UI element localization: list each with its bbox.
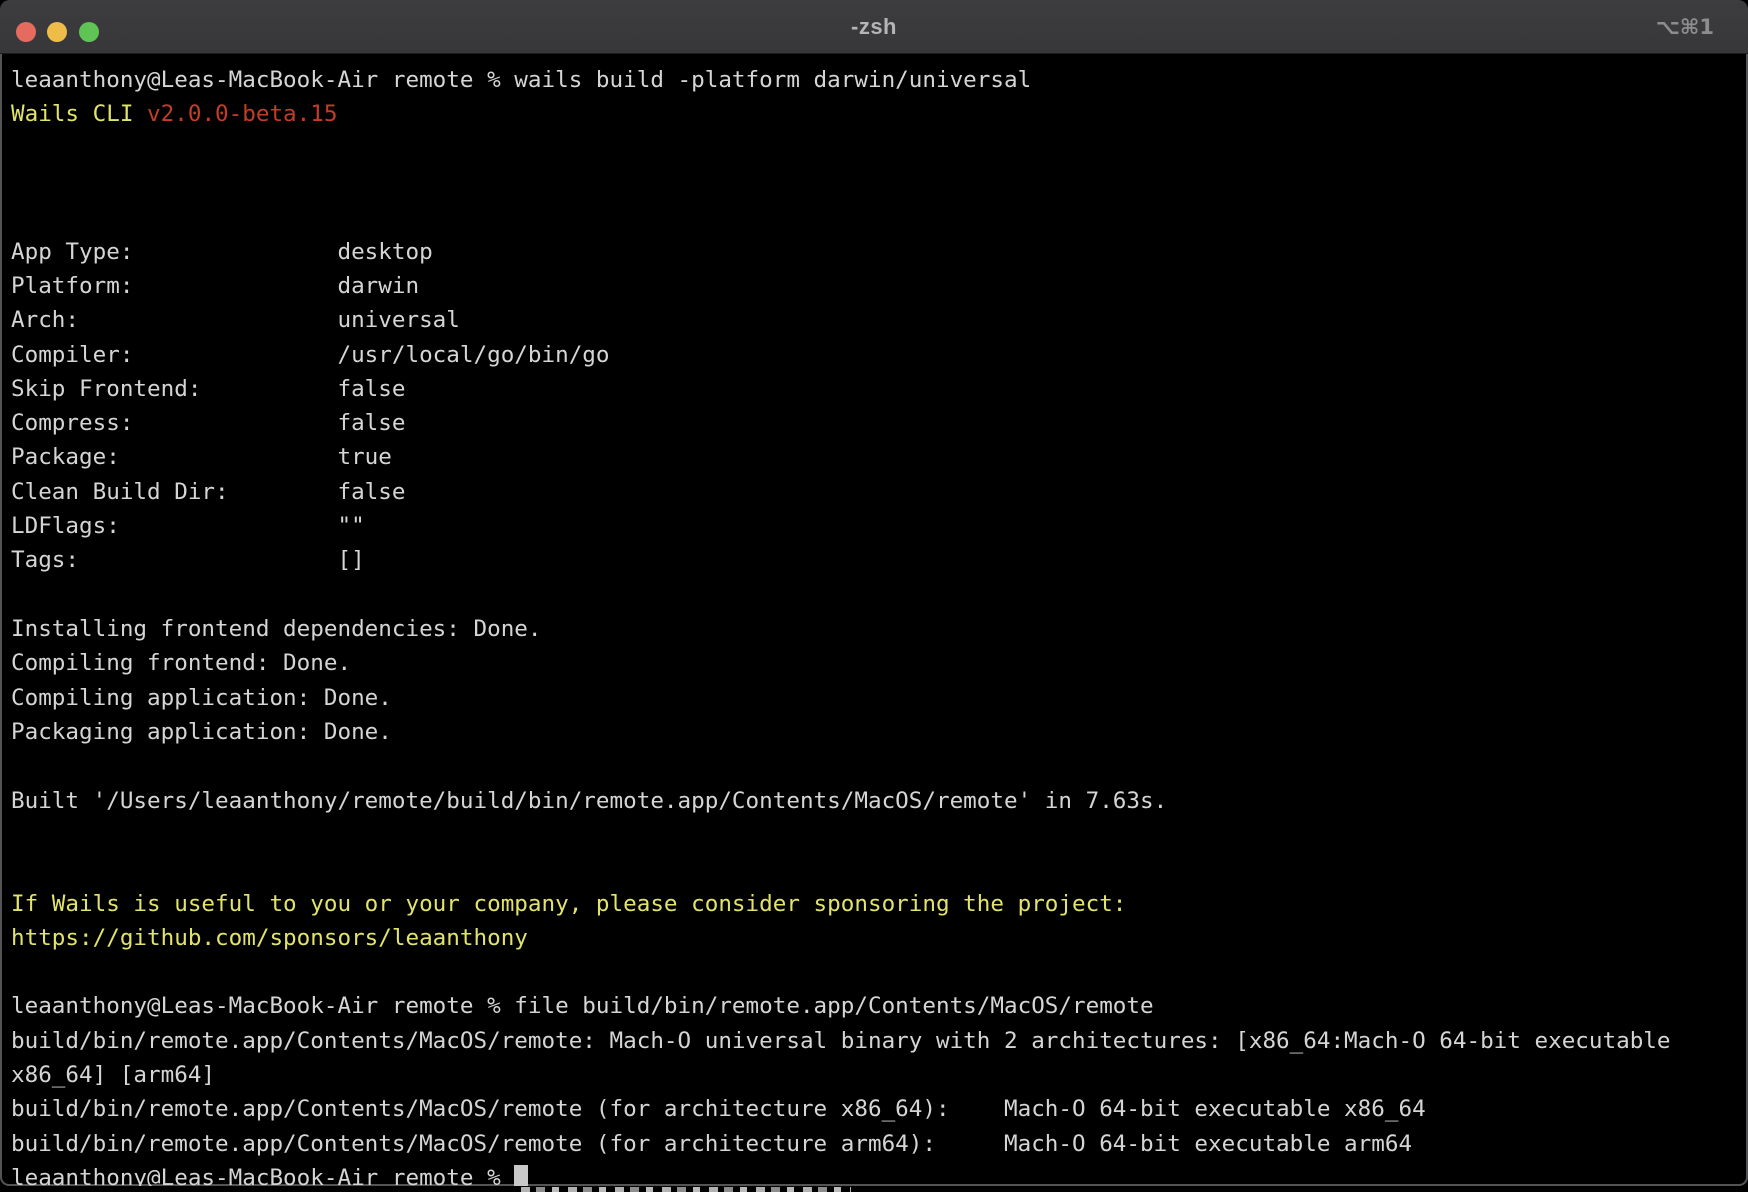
terminal-text: Clean Build Dir: false (11, 479, 405, 505)
terminal-line: leaanthony@Leas-MacBook-Air remote % wai… (11, 63, 1748, 97)
terminal-line (11, 955, 1748, 989)
terminal-line: Compiling application: Done. (11, 681, 1748, 715)
terminal-line: leaanthony@Leas-MacBook-Air remote % fil… (11, 989, 1748, 1023)
terminal-cursor (514, 1165, 528, 1186)
terminal-text: Compiling application: Done. (11, 685, 392, 711)
terminal-text: LDFlags: "" (11, 513, 365, 539)
terminal-text: v2.0.0-beta.15 (147, 101, 337, 127)
terminal-line: If Wails is useful to you or your compan… (11, 887, 1748, 921)
terminal-text: leaanthony@Leas-MacBook-Air remote % (11, 1165, 514, 1186)
terminal-text: Compiler: /usr/local/go/bin/go (11, 342, 610, 368)
terminal-line: LDFlags: "" (11, 509, 1748, 543)
terminal-text: Packaging application: Done. (11, 719, 392, 745)
terminal-text: If Wails is useful to you or your compan… (11, 891, 1126, 917)
tab-shortcut-label: ⌥⌘1 (1656, 0, 1714, 54)
terminal-line (11, 132, 1748, 166)
terminal-line: Wails CLI v2.0.0-beta.15 (11, 97, 1748, 131)
terminal-text: Package: true (11, 444, 392, 470)
terminal-line: Installing frontend dependencies: Done. (11, 612, 1748, 646)
terminal-text: Compress: false (11, 410, 405, 436)
terminal-line: https://github.com/sponsors/leaanthony (11, 921, 1748, 955)
terminal-window: -zsh ⌥⌘1 leaanthony@Leas-MacBook-Air rem… (0, 0, 1748, 1186)
terminal-text: build/bin/remote.app/Contents/MacOS/remo… (11, 1131, 1412, 1157)
terminal-line: Tags: [] (11, 543, 1748, 577)
terminal-line: Packaging application: Done. (11, 715, 1748, 749)
terminal-text: Tags: [] (11, 547, 365, 573)
terminal-line: Clean Build Dir: false (11, 475, 1748, 509)
terminal-text: Built '/Users/leaanthony/remote/build/bi… (11, 788, 1167, 814)
terminal-line: Arch: universal (11, 303, 1748, 337)
terminal-text: build/bin/remote.app/Contents/MacOS/remo… (11, 1028, 1671, 1054)
terminal-line: build/bin/remote.app/Contents/MacOS/remo… (11, 1024, 1748, 1058)
terminal-line: build/bin/remote.app/Contents/MacOS/remo… (11, 1092, 1748, 1126)
terminal-line (11, 749, 1748, 783)
terminal-line: x86_64] [arm64] (11, 1058, 1748, 1092)
terminal-link[interactable]: https://github.com/sponsors/leaanthony (11, 925, 528, 951)
terminal-line (11, 818, 1748, 852)
terminal-text: build/bin/remote.app/Contents/MacOS/remo… (11, 1096, 1426, 1122)
terminal-text: leaanthony@Leas-MacBook-Air remote % fil… (11, 993, 1154, 1019)
terminal-line: leaanthony@Leas-MacBook-Air remote % (11, 1161, 1748, 1186)
titlebar[interactable]: -zsh ⌥⌘1 (0, 0, 1748, 54)
terminal-line (11, 166, 1748, 200)
terminal-line: Built '/Users/leaanthony/remote/build/bi… (11, 784, 1748, 818)
terminal-line (11, 852, 1748, 886)
terminal-line: Compiler: /usr/local/go/bin/go (11, 338, 1748, 372)
terminal-line: App Type: desktop (11, 235, 1748, 269)
terminal-line: Package: true (11, 440, 1748, 474)
background-window-sliver (521, 1187, 851, 1192)
terminal-output[interactable]: leaanthony@Leas-MacBook-Air remote % wai… (0, 55, 1748, 1186)
terminal-text: x86_64] [arm64] (11, 1062, 215, 1088)
terminal-line: Platform: darwin (11, 269, 1748, 303)
terminal-text: App Type: desktop (11, 239, 433, 265)
terminal-text: Wails CLI (11, 101, 147, 127)
terminal-text: Platform: darwin (11, 273, 419, 299)
terminal-line: Skip Frontend: false (11, 372, 1748, 406)
terminal-line (11, 200, 1748, 234)
terminal-text: Arch: universal (11, 307, 460, 333)
terminal-line: Compiling frontend: Done. (11, 646, 1748, 680)
terminal-text: Installing frontend dependencies: Done. (11, 616, 542, 642)
terminal-line: Compress: false (11, 406, 1748, 440)
terminal-text: Compiling frontend: Done. (11, 650, 351, 676)
terminal-line: build/bin/remote.app/Contents/MacOS/remo… (11, 1127, 1748, 1161)
terminal-text: Skip Frontend: false (11, 376, 405, 402)
terminal-text: leaanthony@Leas-MacBook-Air remote % wai… (11, 67, 1031, 93)
window-title: -zsh (0, 0, 1748, 54)
terminal-line (11, 578, 1748, 612)
